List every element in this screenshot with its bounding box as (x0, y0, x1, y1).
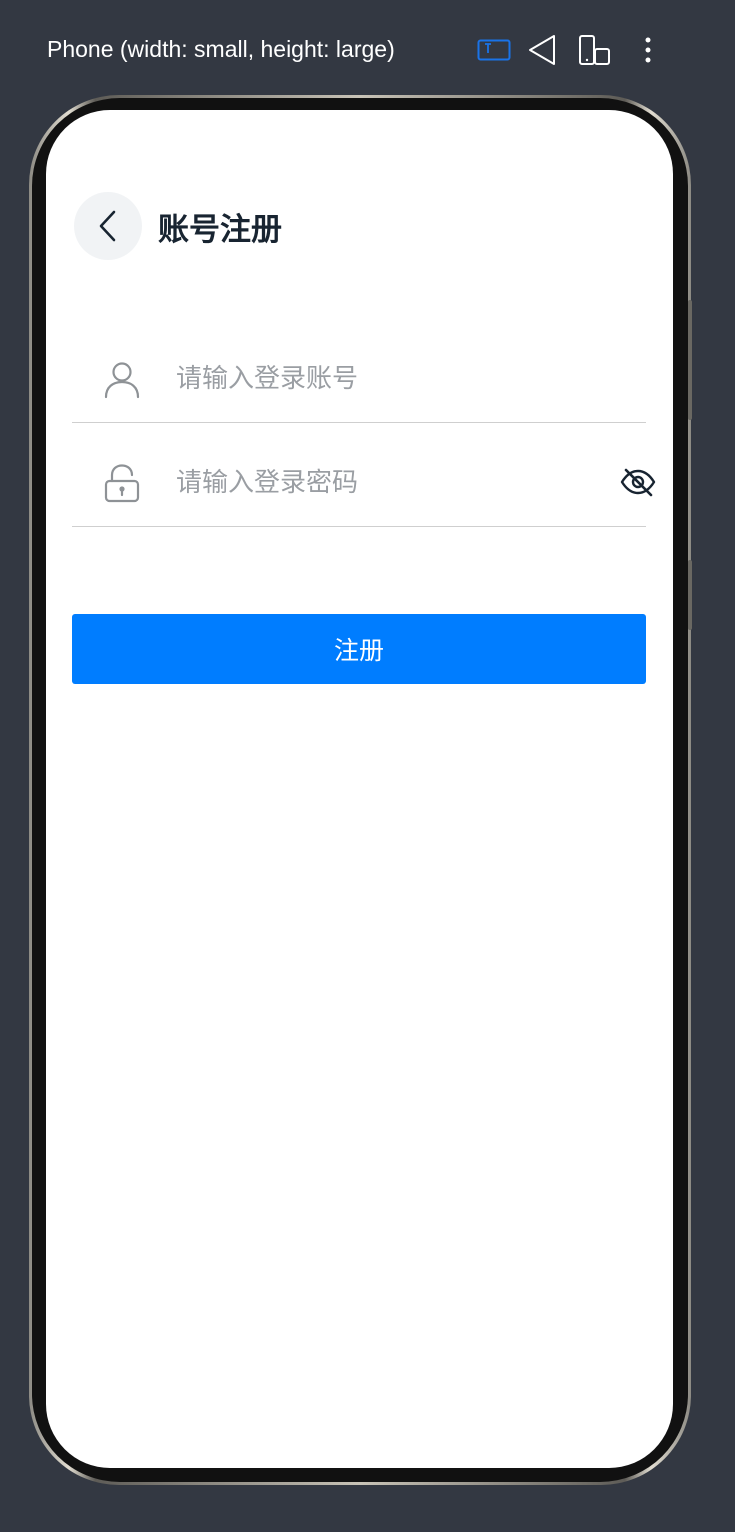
volume-button (688, 300, 692, 420)
register-button[interactable]: 注册 (72, 614, 646, 684)
chevron-left-icon (99, 210, 116, 242)
password-field (72, 437, 656, 527)
page-title: 账号注册 (158, 211, 282, 248)
device-label: Phone (width: small, height: large) (47, 36, 395, 62)
previewer-toolbar: Phone (width: small, height: large) (0, 0, 735, 96)
lock-icon (104, 464, 140, 503)
fold-device-icon[interactable] (575, 30, 615, 70)
more-vertical-icon[interactable] (628, 30, 668, 70)
back-button[interactable] (74, 192, 142, 260)
ruler-icon[interactable] (474, 30, 514, 70)
account-field (72, 333, 646, 423)
account-input[interactable] (176, 355, 596, 403)
password-input[interactable] (176, 459, 596, 507)
password-visibility-toggle[interactable] (620, 467, 656, 497)
user-icon (104, 362, 140, 399)
eye-off-icon (620, 468, 656, 497)
power-button (688, 560, 692, 630)
rotate-icon[interactable] (522, 30, 562, 70)
page-header: 账号注册 (74, 192, 282, 260)
phone-screen: 账号注册 注册 (46, 110, 673, 1468)
